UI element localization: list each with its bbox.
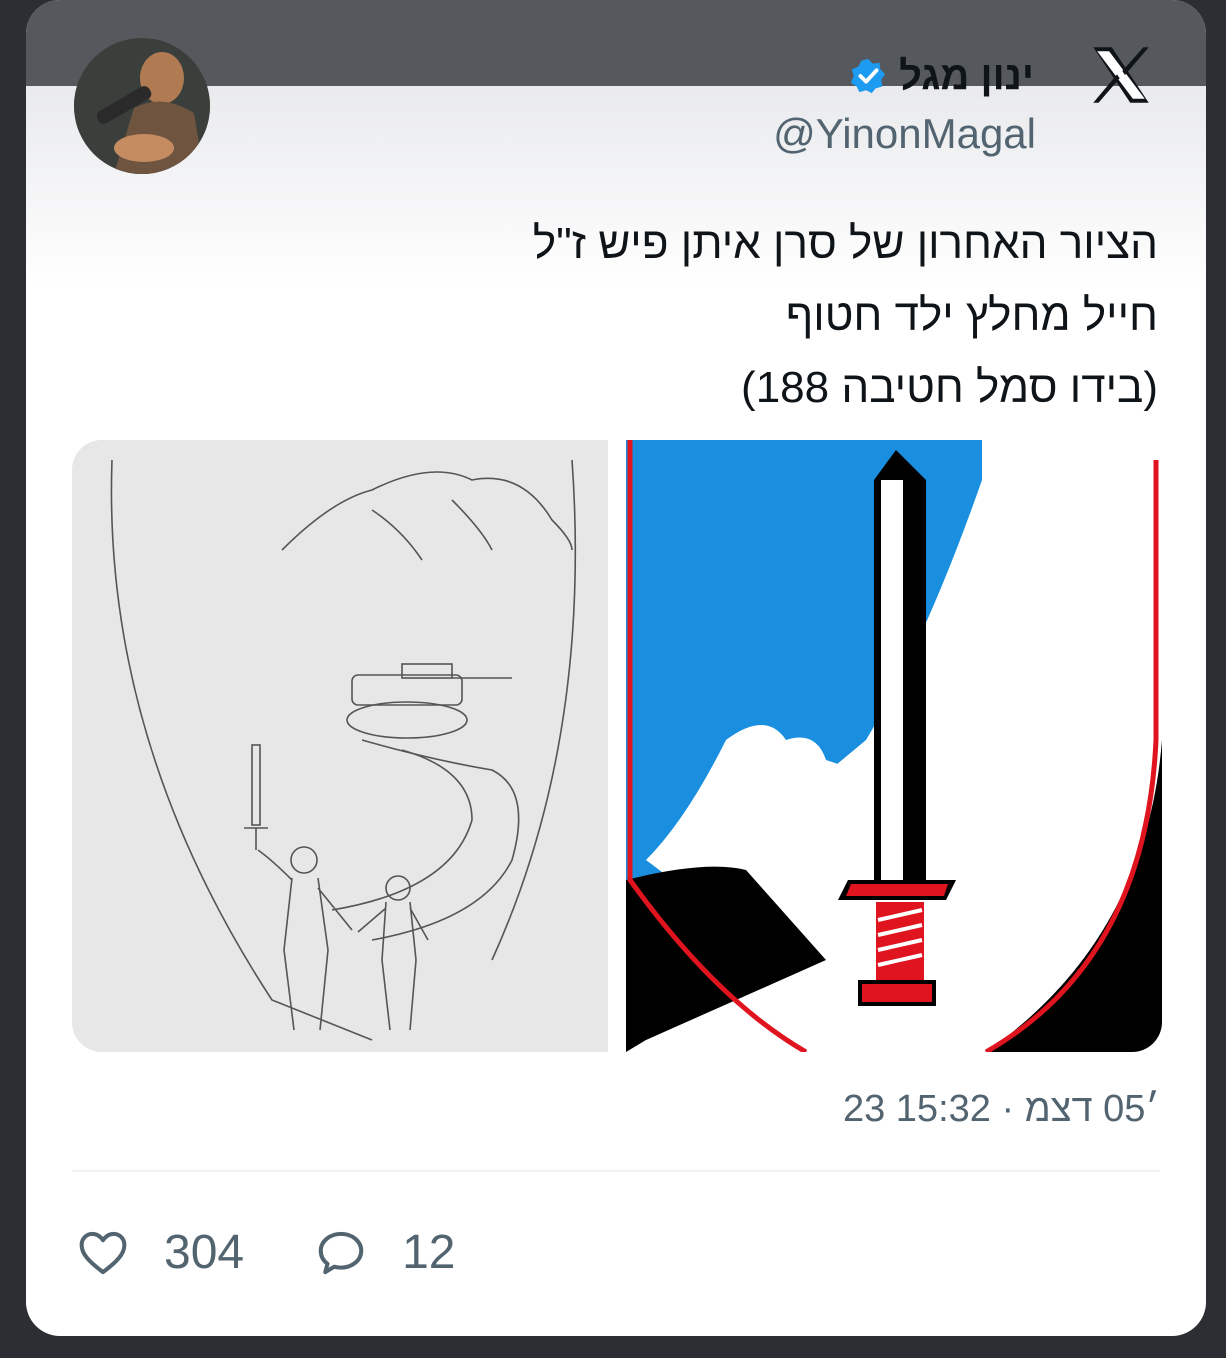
heart-icon: [79, 1231, 127, 1274]
drawing-image[interactable]: [72, 440, 608, 1052]
verified-badge-icon: [851, 58, 886, 94]
tweet-timestamp[interactable]: 23 ׳05 דצמ · 15:32: [843, 1088, 1160, 1131]
divider: [72, 1170, 1160, 1172]
author-name[interactable]: ינון מגל: [899, 54, 1034, 99]
pencil-drawing: [72, 440, 608, 1052]
tweet-line: (בידו סמל חטיבה 188): [741, 363, 1158, 412]
x-logo-icon[interactable]: [1088, 42, 1154, 108]
emblem-image[interactable]: [626, 440, 1162, 1052]
comment-icon: [318, 1231, 364, 1274]
reply-button[interactable]: 12: [314, 1225, 455, 1280]
brigade-emblem: [626, 440, 1162, 1052]
action-bar: 304 12: [76, 1225, 525, 1280]
tweet-text: הציור האחרון של סרן איתן פיש ז"ל חייל מח…: [158, 208, 1158, 424]
media-grid: [72, 440, 1162, 1052]
like-button[interactable]: 304: [76, 1225, 244, 1280]
avatar-image: [74, 38, 210, 174]
tweet-card: ינון מגל @YinonMagal הציור האחרון של סרן…: [26, 0, 1206, 1336]
like-count: 304: [164, 1226, 245, 1279]
tweet-line: חייל מחלץ ילד חטוף: [785, 291, 1158, 340]
author-row: ינון מגל: [849, 48, 1034, 104]
tweet-line: הציור האחרון של סרן איתן פיש ז"ל: [532, 219, 1158, 268]
avatar[interactable]: [74, 38, 210, 174]
reply-count: 12: [402, 1226, 456, 1279]
author-handle[interactable]: @YinonMagal: [773, 110, 1036, 158]
